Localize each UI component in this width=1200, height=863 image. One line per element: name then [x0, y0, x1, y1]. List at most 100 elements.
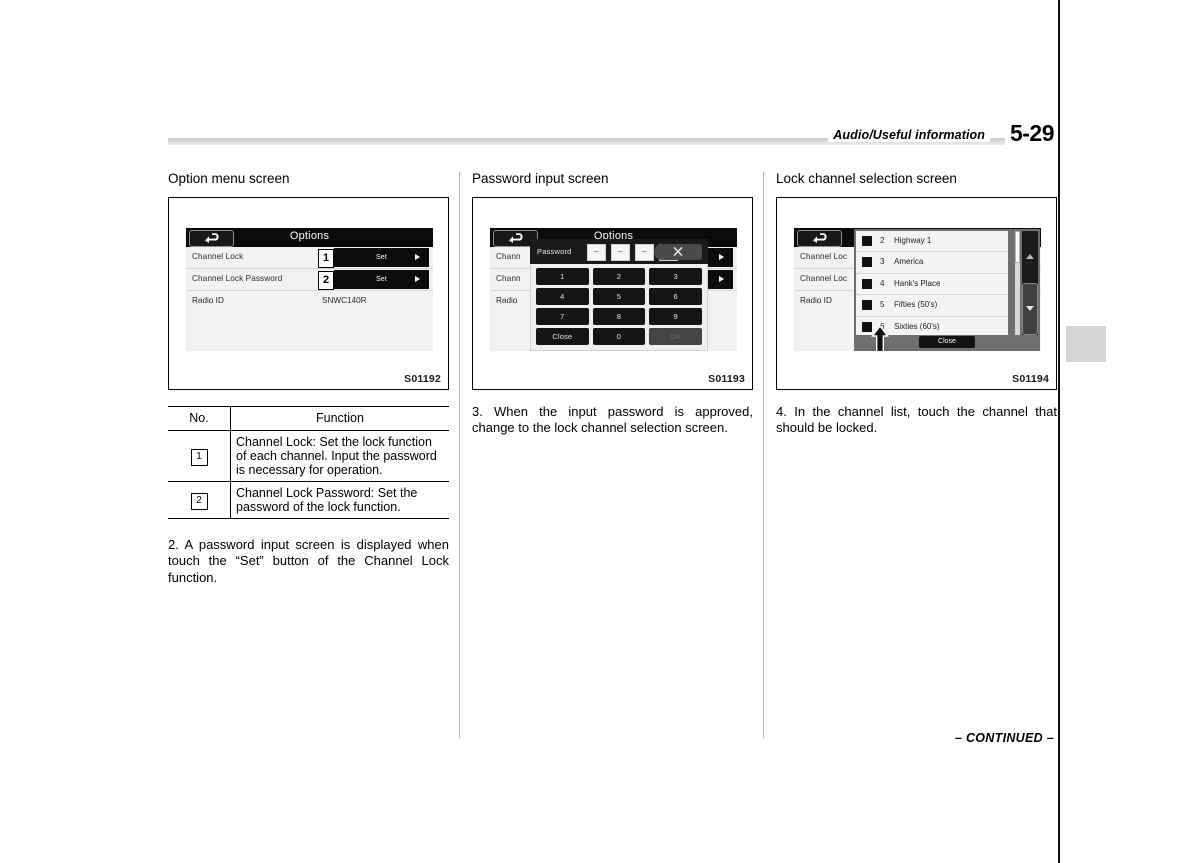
key-2[interactable]: 2: [592, 267, 646, 285]
chevron-up-icon[interactable]: [1022, 231, 1038, 283]
column-1-heading: Option menu screen: [168, 171, 290, 186]
no-badge: 1: [190, 448, 208, 466]
radio-id-value: SNWC140R: [322, 295, 367, 305]
close-button[interactable]: Close: [919, 335, 975, 348]
key-5[interactable]: 5: [592, 287, 646, 305]
key-ok[interactable]: OK: [649, 327, 702, 345]
set-button-label: Set: [375, 275, 388, 283]
row-label: Channel Lock Password: [192, 273, 283, 283]
screen-title-1: Options: [289, 229, 330, 242]
row-label: Chann: [496, 251, 521, 261]
key-1[interactable]: 1: [536, 267, 589, 285]
column-option-menu: Option menu screen Options Channel Lock …: [168, 171, 449, 587]
key-9[interactable]: 9: [649, 307, 702, 325]
column-divider-1: [459, 172, 460, 738]
table-header-function: Function: [316, 410, 364, 425]
key-6[interactable]: 6: [649, 287, 702, 305]
password-field-bar: Password – – – –: [530, 238, 708, 264]
list-item[interactable]: 2 Highway 1: [856, 231, 1008, 253]
figure-lock-channel-selection-screen: Options Channel Loc Channel Loc Radio ID…: [776, 196, 1057, 390]
table-header-no: No.: [168, 406, 231, 431]
continued-marker: – CONTINUED –: [954, 731, 1054, 745]
list-item[interactable]: 3 America: [856, 252, 1008, 274]
chevron-up-glyph: [1026, 254, 1034, 260]
headunit-screen-1: Options Channel Lock 1 Set Channel Lock …: [186, 227, 433, 351]
channel-number: 3: [880, 257, 885, 267]
settings-row-channel-lock-password[interactable]: Channel Lock Password 2 Set: [186, 268, 433, 291]
table-cell-no: 1: [168, 429, 231, 482]
figure-code-2: S01193: [708, 372, 745, 385]
table-cell-function: Channel Lock Password: Set the password …: [230, 480, 449, 519]
key-3[interactable]: 3: [649, 267, 702, 285]
key-8[interactable]: 8: [592, 307, 646, 325]
screen-titlebar-1: Options: [186, 227, 433, 247]
figure-code-1: S01192: [404, 372, 441, 385]
row-label: Channel Loc: [800, 273, 848, 283]
column-divider-2: [763, 172, 764, 738]
column-lock-channel-selection: Lock channel selection screen Options Ch…: [776, 171, 1057, 437]
channel-number: 4: [880, 278, 885, 288]
scrollbar-track[interactable]: [1015, 230, 1020, 335]
key-close[interactable]: Close: [536, 327, 589, 345]
key-7[interactable]: 7: [536, 307, 589, 325]
key-4[interactable]: 4: [536, 287, 589, 305]
radio-id-label: Radio ID: [192, 295, 224, 305]
scroll-arrow-group: [1022, 230, 1038, 335]
step-3-paragraph: 3. When the input password is approved, …: [472, 403, 753, 436]
row-label: Channel Loc: [800, 251, 848, 261]
password-digit-3: –: [635, 243, 654, 261]
table-header-row: No. Function: [168, 406, 449, 431]
list-item[interactable]: 4 Hank's Place: [856, 274, 1008, 296]
chevron-down-icon[interactable]: [1022, 282, 1038, 335]
page-header: Audio/Useful information 5-29: [168, 120, 1055, 154]
password-keypad-dialog: Password – – – – 1 2: [530, 238, 708, 351]
chevron-right-icon: [719, 276, 724, 283]
headunit-screen-2: Options Chann Set Chann Set Radio: [490, 227, 737, 351]
channel-number: 2: [880, 235, 885, 245]
channel-name: America: [894, 257, 924, 267]
column-password-input: Password input screen Options Chann Set: [472, 171, 753, 437]
chapter-thumb-tab: [1066, 326, 1106, 362]
headunit-screen-3: Options Channel Loc Channel Loc Radio ID…: [794, 227, 1041, 351]
section-title: Audio/Useful information: [828, 128, 990, 142]
channel-name: Hank's Place: [894, 278, 941, 288]
channel-name: Fifties (50's): [894, 300, 938, 310]
chevron-right-icon: [719, 254, 724, 261]
function-table: No. Function 1 Channel Lock: Set the loc…: [168, 405, 449, 519]
lock-checkbox-icon[interactable]: [862, 235, 872, 246]
callout-marker-1: 1: [318, 248, 334, 268]
scrollbar-thumb[interactable]: [1015, 230, 1020, 263]
lock-checkbox-icon[interactable]: [862, 278, 872, 289]
page-number: 5-29: [1004, 120, 1055, 147]
radio-id-label: Radio: [496, 295, 518, 305]
step-4-paragraph: 4. In the channel list, touch the channe…: [776, 403, 1057, 436]
chevron-down-glyph: [1026, 306, 1034, 312]
row-label: Channel Lock: [192, 251, 244, 261]
figure-code-3: S01194: [1012, 372, 1049, 385]
list-item[interactable]: 5 Fifties (50's): [856, 295, 1008, 317]
set-button-channel-lock[interactable]: Set: [334, 247, 429, 267]
set-button-channel-lock-password[interactable]: Set: [334, 269, 429, 289]
page-edge-rule: [1058, 0, 1060, 863]
table-cell-no: 2: [168, 480, 231, 519]
table-row: 1 Channel Lock: Set the lock function of…: [168, 429, 449, 482]
radio-id-label: Radio ID: [800, 295, 832, 305]
column-2-heading: Password input screen: [472, 171, 609, 186]
column-3-heading: Lock channel selection screen: [776, 171, 957, 186]
settings-row-channel-lock[interactable]: Channel Lock 1 Set: [186, 246, 433, 269]
password-digit-1: –: [587, 243, 606, 261]
lock-checkbox-icon[interactable]: [862, 257, 872, 268]
channel-number: 5: [880, 300, 885, 310]
figure-password-input-screen: Options Chann Set Chann Set Radio: [472, 196, 753, 390]
channel-list[interactable]: 2 Highway 1 3 America 4 Hank's Place 5 F…: [856, 230, 1008, 335]
lock-checkbox-icon[interactable]: [862, 300, 872, 311]
settings-row-radio-id: Radio ID SNWC140R: [186, 290, 433, 313]
backspace-icon[interactable]: [654, 243, 702, 260]
no-badge: 2: [190, 492, 208, 510]
step-2-paragraph: 2. A password input screen is displayed …: [168, 536, 449, 586]
numeric-keypad: 1 2 3 4 5 6 7 8 9 Close 0 OK: [536, 267, 702, 345]
key-0[interactable]: 0: [592, 327, 646, 345]
channel-name: Sixties (60's): [894, 321, 940, 331]
password-label: Password: [537, 246, 572, 256]
chevron-right-icon: [415, 254, 420, 261]
